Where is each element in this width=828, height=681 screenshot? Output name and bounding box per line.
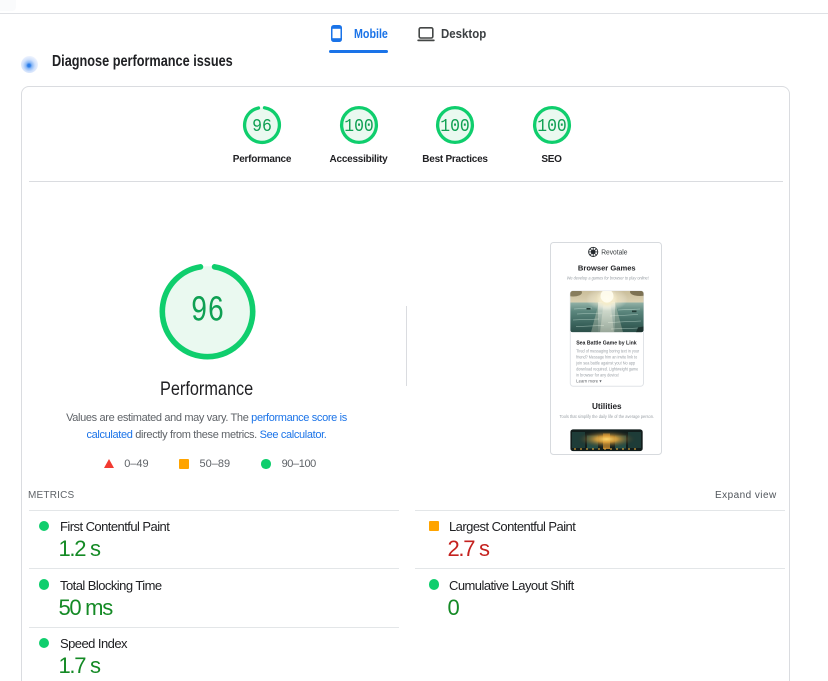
- svg-text:Tools that simplify the daily: Tools that simplify the daily life of th…: [560, 414, 655, 419]
- svg-text:Learn more ▾: Learn more ▾: [576, 378, 601, 383]
- svg-text:We develop a games for browser: We develop a games for browser to play o…: [567, 276, 650, 281]
- svg-text:100: 100: [537, 116, 567, 136]
- svg-text:in browser for any device!: in browser for any device!: [576, 373, 619, 378]
- svg-text:join sea battle against you! N: join sea battle against you! No app: [575, 361, 635, 366]
- svg-text:download required. Lightweight: download required. Lightweight game: [576, 367, 639, 372]
- svg-text:96: 96: [252, 116, 272, 136]
- svg-text:100: 100: [440, 116, 470, 136]
- svg-text:Browser Games: Browser Games: [578, 263, 636, 272]
- svg-text:Revotale: Revotale: [601, 249, 627, 256]
- svg-text:100: 100: [344, 116, 374, 136]
- svg-text:friend? Message him an invite: friend? Message him an invite link to: [576, 355, 638, 360]
- svg-text:Sea Battle Game by Link: Sea Battle Game by Link: [576, 340, 637, 346]
- svg-text:Utilities: Utilities: [592, 402, 622, 411]
- svg-text:Tired of messaging boring text: Tired of messaging boring text in your: [576, 349, 639, 354]
- svg-text:96: 96: [191, 290, 225, 331]
